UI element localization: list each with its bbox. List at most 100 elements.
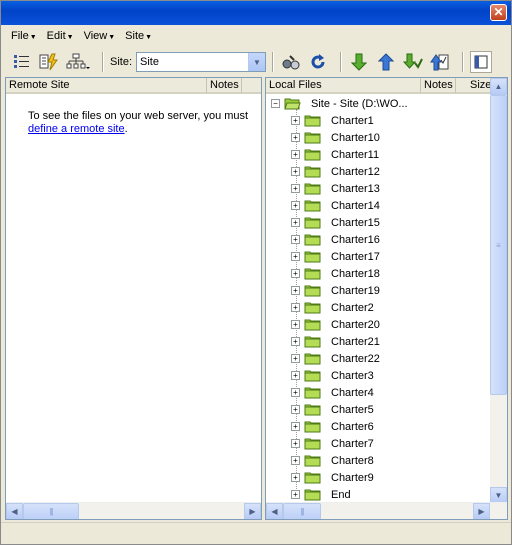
expand-icon[interactable]: + bbox=[291, 269, 300, 278]
tree-folder-item[interactable]: + Charter12 bbox=[291, 163, 380, 180]
column-header-remote-site[interactable]: Remote Site bbox=[6, 78, 207, 94]
expand-icon[interactable]: + bbox=[291, 320, 300, 329]
expand-icon[interactable]: + bbox=[291, 473, 300, 482]
folder-icon bbox=[304, 455, 321, 467]
close-button[interactable]: ✕ bbox=[490, 4, 507, 21]
tree-folder-label: Charter13 bbox=[331, 182, 380, 195]
expand-icon[interactable]: + bbox=[291, 371, 300, 380]
expand-icon[interactable]: + bbox=[291, 184, 300, 193]
tree-folder-item[interactable]: + Charter2 bbox=[291, 299, 374, 316]
folder-icon bbox=[304, 438, 321, 450]
expand-icon[interactable]: + bbox=[291, 150, 300, 159]
connect-button[interactable] bbox=[280, 51, 302, 73]
local-vertical-scrollbar[interactable]: ▲ ≡ ▼ bbox=[490, 78, 507, 504]
column-header-notes[interactable]: Notes bbox=[421, 78, 456, 94]
title-bar[interactable]: ✕ bbox=[1, 1, 511, 25]
scroll-right-button[interactable]: ▶ bbox=[244, 503, 261, 519]
file-view-button[interactable] bbox=[11, 51, 33, 73]
site-map-icon bbox=[66, 53, 90, 69]
scroll-thumb[interactable]: ||| bbox=[23, 503, 79, 519]
expand-icon[interactable]: + bbox=[291, 133, 300, 142]
tree-folder-item[interactable]: + Charter3 bbox=[291, 367, 374, 384]
expand-icon[interactable]: + bbox=[291, 354, 300, 363]
tree-folder-item[interactable]: + Charter5 bbox=[291, 401, 374, 418]
folder-icon bbox=[304, 472, 321, 484]
column-header-local-files[interactable]: Local Files bbox=[266, 78, 421, 94]
scroll-thumb[interactable]: ≡ bbox=[490, 95, 507, 395]
column-header-notes[interactable]: Notes bbox=[207, 78, 242, 94]
define-remote-site-link[interactable]: define a remote site bbox=[28, 123, 125, 135]
tree-folder-item[interactable]: + Charter15 bbox=[291, 214, 380, 231]
tree-folder-label: Charter19 bbox=[331, 284, 380, 297]
expand-icon[interactable]: + bbox=[291, 405, 300, 414]
column-header-blank[interactable] bbox=[242, 78, 261, 94]
tree-folder-item[interactable]: + Charter22 bbox=[291, 350, 380, 367]
menu-edit[interactable]: Edit ▼ bbox=[43, 30, 78, 42]
tree-folder-item[interactable]: + Charter1 bbox=[291, 112, 374, 129]
tree-folder-item[interactable]: + Charter17 bbox=[291, 248, 380, 265]
site-select[interactable]: Site ▼ bbox=[136, 52, 267, 72]
tree-folder-item[interactable]: + Charter7 bbox=[291, 435, 374, 452]
site-map-button[interactable] bbox=[65, 51, 91, 73]
tree-root[interactable]: − Site - Site (D:\WO... bbox=[271, 95, 408, 112]
tree-folder-item[interactable]: + Charter14 bbox=[291, 197, 380, 214]
remote-site-pane[interactable]: Remote Site Notes To see the files on yo… bbox=[5, 77, 262, 520]
expand-icon[interactable]: + bbox=[291, 439, 300, 448]
remote-horizontal-scrollbar[interactable]: ◀ ||| ▶ bbox=[6, 502, 261, 519]
tree-folder-label: Charter7 bbox=[331, 437, 374, 450]
expand-icon[interactable]: + bbox=[291, 201, 300, 210]
tree-folder-item[interactable]: + End bbox=[291, 486, 351, 503]
expand-icon[interactable]: + bbox=[291, 116, 300, 125]
expand-icon[interactable]: + bbox=[291, 303, 300, 312]
expand-collapse-button[interactable] bbox=[470, 51, 493, 73]
tree-folder-item[interactable]: + Charter18 bbox=[291, 265, 380, 282]
tree-folder-label: Charter22 bbox=[331, 352, 380, 365]
tree-folder-item[interactable]: + Charter4 bbox=[291, 384, 374, 401]
tree-folder-label: Charter5 bbox=[331, 403, 374, 416]
expand-icon[interactable]: + bbox=[291, 218, 300, 227]
tree-folder-item[interactable]: + Charter8 bbox=[291, 452, 374, 469]
scroll-left-button[interactable]: ◀ bbox=[266, 503, 283, 519]
tree-folder-item[interactable]: + Charter19 bbox=[291, 282, 380, 299]
scroll-up-button[interactable]: ▲ bbox=[490, 78, 507, 95]
scroll-left-button[interactable]: ◀ bbox=[6, 503, 23, 519]
folder-icon bbox=[304, 166, 321, 178]
tree-folder-item[interactable]: + Charter9 bbox=[291, 469, 374, 486]
checkout-view-button[interactable] bbox=[38, 51, 60, 73]
check-out-button[interactable] bbox=[402, 51, 424, 73]
collapse-icon[interactable]: − bbox=[271, 99, 280, 108]
menu-view[interactable]: View ▼ bbox=[80, 30, 120, 42]
tree-folder-item[interactable]: + Charter21 bbox=[291, 333, 380, 350]
tree-folder-label: Charter6 bbox=[331, 420, 374, 433]
tree-folder-label: Charter21 bbox=[331, 335, 380, 348]
tree-folder-item[interactable]: + Charter16 bbox=[291, 231, 380, 248]
expand-icon[interactable]: + bbox=[291, 388, 300, 397]
scroll-thumb[interactable]: ||| bbox=[283, 503, 321, 519]
local-horizontal-scrollbar[interactable]: ◀ ||| ▶ bbox=[266, 502, 507, 519]
expand-icon[interactable]: + bbox=[291, 490, 300, 499]
refresh-button[interactable] bbox=[307, 51, 329, 73]
refresh-icon bbox=[311, 54, 325, 69]
expand-icon[interactable]: + bbox=[291, 252, 300, 261]
expand-icon[interactable]: + bbox=[291, 456, 300, 465]
menu-site[interactable]: Site ▼ bbox=[121, 30, 156, 42]
arrow-down-icon bbox=[351, 53, 368, 71]
chevron-down-icon[interactable]: ▼ bbox=[248, 53, 266, 71]
check-in-button[interactable] bbox=[429, 51, 451, 73]
expand-icon[interactable]: + bbox=[291, 337, 300, 346]
menu-file[interactable]: File ▼ bbox=[7, 30, 41, 42]
expand-icon[interactable]: + bbox=[291, 235, 300, 244]
tree-folder-item[interactable]: + Charter20 bbox=[291, 316, 380, 333]
get-files-button[interactable] bbox=[348, 51, 370, 73]
tree-folder-item[interactable]: + Charter11 bbox=[291, 146, 379, 163]
local-files-pane[interactable]: Local Files Notes Size − Site - Site (D:… bbox=[265, 77, 508, 520]
tree-folder-item[interactable]: + Charter6 bbox=[291, 418, 374, 435]
put-files-button[interactable] bbox=[375, 51, 397, 73]
expand-icon[interactable]: + bbox=[291, 422, 300, 431]
tree-folder-item[interactable]: + Charter13 bbox=[291, 180, 380, 197]
expand-icon[interactable]: + bbox=[291, 167, 300, 176]
tree-folder-item[interactable]: + Charter10 bbox=[291, 129, 380, 146]
tree-folder-label: End bbox=[331, 488, 351, 501]
scroll-right-button[interactable]: ▶ bbox=[473, 503, 490, 519]
expand-icon[interactable]: + bbox=[291, 286, 300, 295]
